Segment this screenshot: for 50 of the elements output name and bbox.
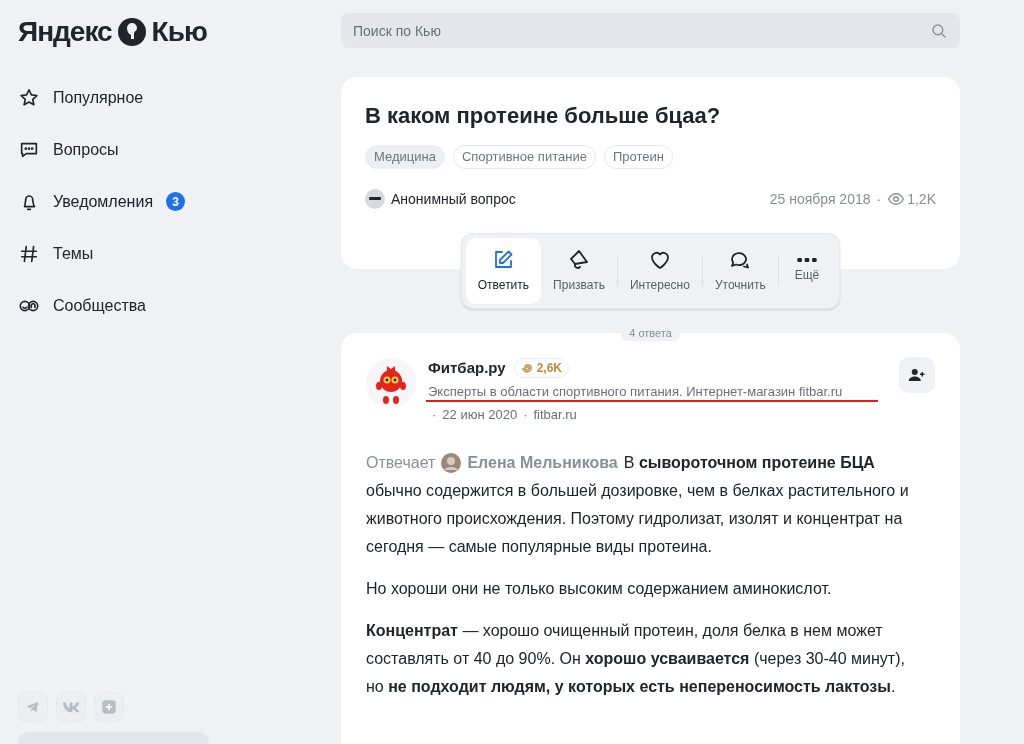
nav-link[interactable]: Темы xyxy=(53,241,94,266)
follow-button[interactable] xyxy=(899,357,935,393)
answer-meta: · xyxy=(523,406,528,424)
author-description: Эксперты в области спортивного питания. Интернет-магазин fitbar.ru xyxy=(428,383,843,400)
more-icon xyxy=(796,258,817,262)
vk-icon xyxy=(62,701,80,713)
question-meta: 25 ноября 2018 xyxy=(769,189,871,209)
action-button[interactable]: Ещё xyxy=(778,238,836,304)
answer-paragraph: Но хороши они не только высоким содержанием аминокислот. xyxy=(366,578,833,599)
answer-meta: · xyxy=(432,406,437,424)
answer-meta: fitbar.ru xyxy=(533,406,577,424)
star-icon xyxy=(18,86,40,109)
social-button[interactable] xyxy=(94,692,124,722)
tag-chip[interactable]: Медицина xyxy=(365,145,445,169)
social-button[interactable] xyxy=(18,692,48,722)
nav-link[interactable]: Сообщества xyxy=(53,293,146,318)
mascot-avatar-icon xyxy=(366,357,416,409)
answer-paragraph: В сывороточном протеине БЦА xyxy=(623,452,875,473)
byline-label: Отвечает xyxy=(366,452,436,473)
question-author[interactable]: Анонимный вопрос xyxy=(391,188,516,210)
tag-chip[interactable]: Протеин xyxy=(603,145,673,169)
spiral-icon xyxy=(520,362,533,374)
logo-icon xyxy=(117,18,146,46)
action-button[interactable]: Ответить xyxy=(465,238,542,304)
action-button[interactable]: Интересно xyxy=(618,238,702,304)
answer-author[interactable]: Фитбар.ру xyxy=(428,356,506,380)
action-button[interactable]: Уточнить xyxy=(702,238,778,304)
answer-paragraph: Концентрат — хорошо очищенный протеин, доля белка в нем может составлять от 40 до 90%. Он хорошо усваивается (через 30-40 минут), но не подходит людям, у которых есть непереносимость лактозы. xyxy=(366,620,906,697)
eye-icon xyxy=(887,190,906,208)
tag-chip[interactable]: Спортивное питание xyxy=(452,145,596,169)
add-user-icon xyxy=(908,366,926,384)
person-avatar-icon xyxy=(441,452,462,473)
search-icon xyxy=(930,22,948,40)
anonymous-avatar-icon xyxy=(365,189,385,209)
view-count: 1,2K xyxy=(907,189,936,209)
logo-text[interactable]: Кью xyxy=(151,11,207,53)
question-meta: · xyxy=(876,189,882,209)
answer-paragraph: обычно содержится в большей дозировке, чем в белках растительного и животного происхождения. Поэтому гидролизат, изолят и концентрат на сегодня — самые популярные виды протеина. xyxy=(366,480,910,557)
notification-badge: 3 xyxy=(166,192,186,211)
nav-link[interactable]: Популярное xyxy=(53,85,144,110)
plus-square-icon xyxy=(101,699,117,715)
question-title: В каком протеине больше бцаа? xyxy=(365,102,722,130)
logo-text[interactable]: Яндекс xyxy=(18,11,112,53)
telegram-icon xyxy=(25,699,41,715)
answer-meta: 22 июн 2020 xyxy=(442,406,518,424)
nav-link[interactable]: Уведомления xyxy=(53,189,154,214)
social-button[interactable] xyxy=(56,692,86,722)
search-field[interactable]: Поиск по Кью xyxy=(341,13,960,48)
nav-link[interactable]: Вопросы xyxy=(53,137,119,162)
action-button[interactable]: Призвать xyxy=(541,238,617,304)
